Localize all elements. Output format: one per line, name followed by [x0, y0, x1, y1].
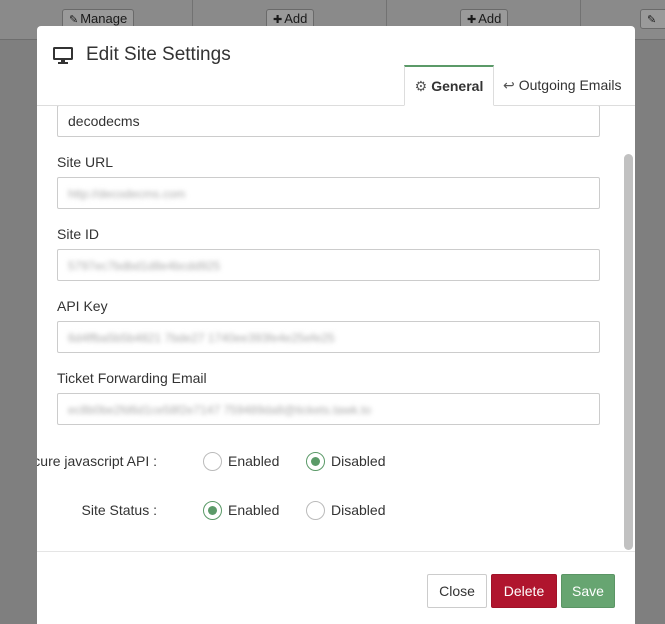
secure-api-enabled-radio[interactable] [203, 452, 222, 471]
save-button[interactable]: Save [561, 574, 615, 608]
secure-javascript-api-label: Secure javascript API : [37, 453, 157, 469]
site-url-input[interactable]: http://decodecms.com [57, 177, 600, 209]
secure-api-disabled-radio[interactable] [306, 452, 325, 471]
site-status-row: Site Status : Enabled Disabled [37, 499, 597, 523]
modal-footer: Close Delete Save [37, 552, 635, 624]
plus-icon: ✚ [467, 14, 477, 26]
site-status-disabled-label: Disabled [331, 502, 386, 518]
ticket-forwarding-email-label: Ticket Forwarding Email [57, 370, 207, 386]
site-id-input[interactable]: 5797ec7bdbd1d8e4bcdd925 [57, 249, 600, 281]
api-key-input[interactable]: 6d4ffba5b5b4821 7bde27 1740ee393fe4e25ef… [57, 321, 600, 353]
site-status-enabled-label: Enabled [228, 502, 280, 518]
secure-api-enabled-label: Enabled [228, 453, 280, 469]
modal-title: Edit Site Settings [86, 44, 231, 65]
site-url-label: Site URL [57, 154, 114, 170]
monitor-icon [53, 47, 73, 64]
secure-api-disabled-label: Disabled [331, 453, 386, 469]
site-url-value: http://decodecms.com [68, 187, 186, 201]
edit-site-settings-modal: Edit Site Settings ⚙ General ↩ Outgoing Em… [37, 26, 635, 624]
modal-body: decodecms Site URL http://decodecms.com … [37, 106, 635, 552]
scrollbar-thumb[interactable] [624, 154, 633, 550]
gear-icon: ⚙ [414, 78, 428, 94]
modal-header: Edit Site Settings ⚙ General ↩ Outgoing Em… [37, 26, 635, 106]
tab-outgoing-emails[interactable]: ↩ Outgoing Emails [503, 65, 621, 106]
ticket-forwarding-email-value: ec8b0be2fd6d1ce58f2e7147 759489da8@ticke… [68, 403, 372, 417]
plus-icon: ✚ [273, 14, 283, 26]
site-name-input[interactable]: decodecms [57, 106, 600, 137]
background-edit-button: ✎ [640, 9, 665, 29]
api-key-label: API Key [57, 298, 108, 314]
ticket-forwarding-email-input[interactable]: ec8b0be2fd6d1ce58f2e7147 759489da8@ticke… [57, 393, 600, 425]
tab-bar: ⚙ General ↩ Outgoing Emails [37, 65, 635, 106]
pencil-icon: ✎ [647, 14, 657, 26]
site-status-enabled-radio[interactable] [203, 501, 222, 520]
api-key-value: 6d4ffba5b5b4821 7bde27 1740ee393fe4e25ef… [68, 331, 335, 345]
site-status-disabled-radio[interactable] [306, 501, 325, 520]
site-status-label: Site Status : [81, 502, 157, 518]
tab-general[interactable]: ⚙ General [404, 65, 494, 106]
reply-icon: ↩ [503, 77, 515, 93]
site-id-value: 5797ec7bdbd1d8e4bcdd925 [68, 259, 221, 273]
secure-javascript-api-row: Secure javascript API : Enabled Disabled [37, 450, 597, 474]
close-button[interactable]: Close [427, 574, 487, 608]
delete-button[interactable]: Delete [491, 574, 557, 608]
site-id-label: Site ID [57, 226, 100, 242]
pencil-icon: ✎ [69, 14, 79, 26]
